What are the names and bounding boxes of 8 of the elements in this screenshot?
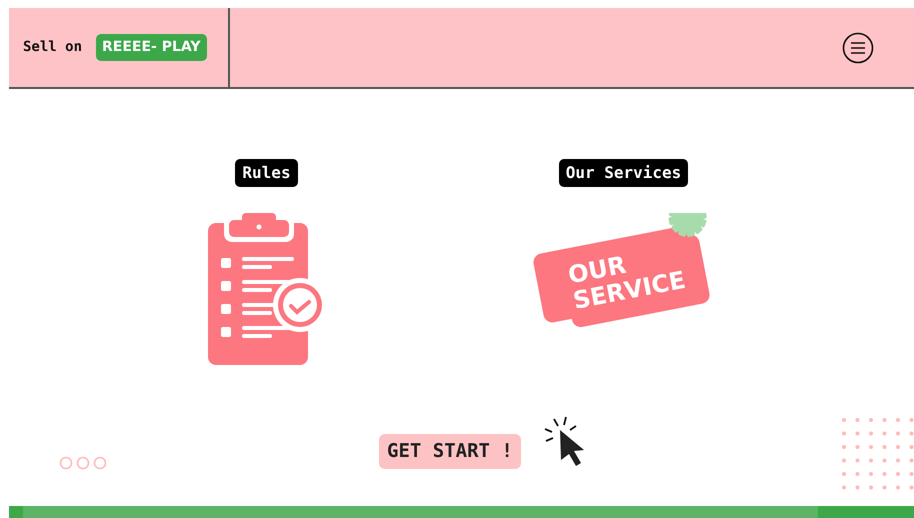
dots-decoration bbox=[59, 456, 107, 470]
section-title: Our Services bbox=[558, 159, 688, 187]
get-start-button[interactable]: GET START ! bbox=[379, 434, 521, 468]
menu-button[interactable] bbox=[842, 32, 874, 64]
brand-badge: REEEE- PLAY bbox=[96, 34, 207, 61]
menu-icon bbox=[842, 32, 874, 64]
section-title: Rules bbox=[235, 159, 298, 187]
sell-label: Sell on bbox=[23, 38, 82, 57]
